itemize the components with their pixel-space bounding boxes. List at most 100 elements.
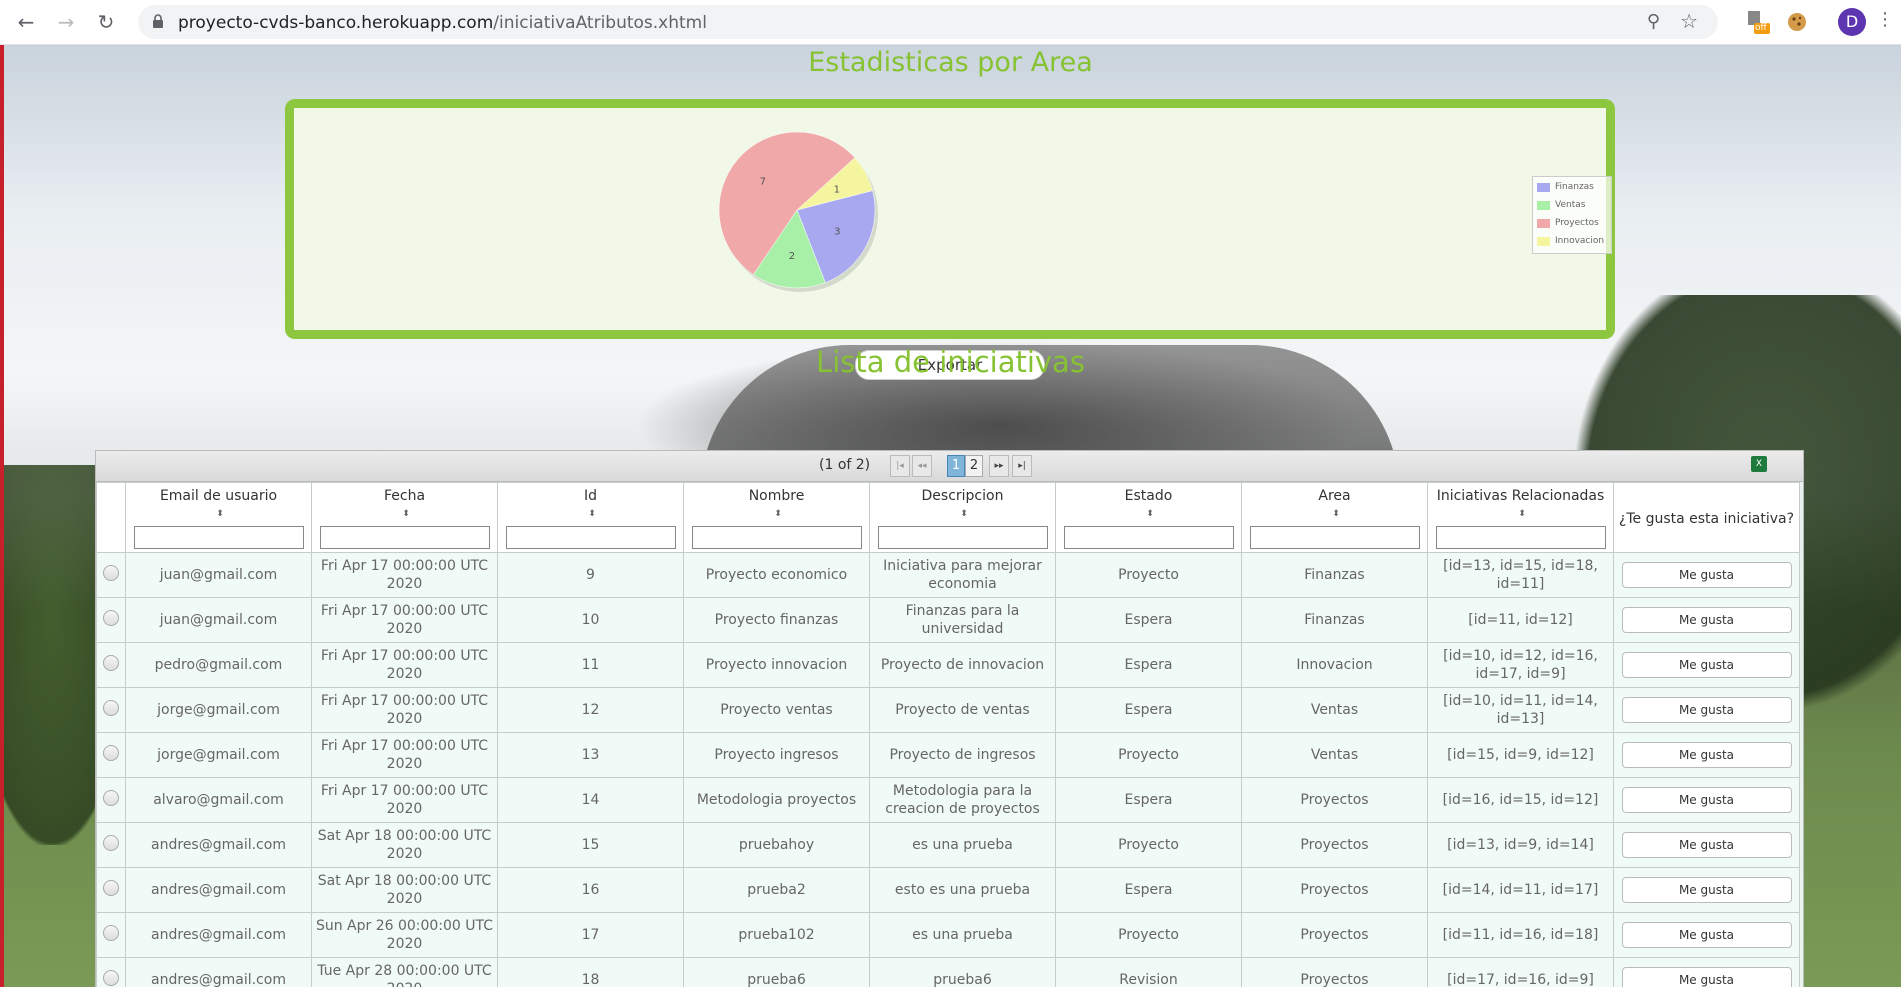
legend-item[interactable]: Proyectos [1535,215,1609,233]
column-filter-input[interactable] [1435,526,1606,549]
like-button[interactable]: Me gusta [1621,607,1792,633]
column-header-4[interactable]: Descripcion ⬍ [869,482,1056,553]
column-header-7[interactable]: Iniciativas Relacionadas ⬍ [1427,482,1614,553]
sort-icon[interactable]: ⬍ [216,509,224,519]
table-cell: Espera [1055,597,1242,643]
table-row[interactable]: juan@gmail.com Fri Apr 17 00:00:00 UTC 20… [96,552,1800,598]
like-button[interactable]: Me gusta [1621,922,1792,948]
row-radio[interactable] [103,654,119,671]
address-bar[interactable]: proyecto-cvds-banco.herokuapp.com/inicia… [138,5,1718,39]
table-row[interactable]: andres@gmail.com Sat Apr 18 00:00:00 UTC … [96,822,1800,868]
table-row[interactable]: alvaro@gmail.com Fri Apr 17 00:00:00 UTC … [96,777,1800,823]
sort-icon[interactable]: ⬍ [588,509,596,519]
table-cell: juan@gmail.com [125,552,312,598]
page-button-1[interactable]: 1 [947,455,965,477]
sort-icon[interactable]: ⬍ [1332,509,1340,519]
column-header-1[interactable]: Fecha ⬍ [311,482,498,553]
like-button[interactable]: Me gusta [1621,652,1792,678]
cookie-extension-icon[interactable] [1784,9,1810,35]
forward-icon[interactable]: → [54,10,78,34]
column-filter-input[interactable] [505,526,676,549]
column-filter-input[interactable] [877,526,1048,549]
next-page-icon[interactable]: ▸▸ [989,455,1009,477]
column-header-6[interactable]: Area ⬍ [1241,482,1428,553]
table-cell: 9 [497,552,684,598]
table-cell: [id=17, id=16, id=9] [1427,957,1614,987]
row-select-cell [96,957,126,987]
table-cell: 13 [497,732,684,778]
paginator-status: (1 of 2) [819,457,871,473]
table-cell: 11 [497,642,684,688]
table-cell: Proyecto ingresos [683,732,870,778]
table-cell: Proyecto de ingresos [869,732,1056,778]
row-radio[interactable] [103,789,119,806]
like-cell: Me gusta [1613,642,1800,688]
previous-page-icon[interactable]: ◂◂ [912,455,932,477]
column-filter-input[interactable] [1063,526,1234,549]
table-cell: Sat Apr 18 00:00:00 UTC 2020 [311,867,498,913]
zoom-icon[interactable]: ⚲ [1647,11,1660,32]
reload-icon[interactable]: ↻ [94,10,118,34]
column-filter-input[interactable] [319,526,490,549]
like-cell: Me gusta [1613,552,1800,598]
column-header-label: Nombre [748,488,805,504]
row-radio[interactable] [103,969,119,986]
page-button-2[interactable]: 2 [965,455,983,477]
sort-icon[interactable]: ⬍ [402,509,410,519]
column-header-5[interactable]: Estado ⬍ [1055,482,1242,553]
excel-export-icon[interactable]: X [1751,456,1767,472]
like-button[interactable]: Me gusta [1621,967,1792,987]
row-radio[interactable] [103,924,119,941]
page-body: Estadisticas por Area 3 2 7 1 Finanzas Venta… [0,45,1901,987]
like-button[interactable]: Me gusta [1621,877,1792,903]
legend-item[interactable]: Finanzas [1535,179,1609,197]
row-radio[interactable] [103,879,119,896]
table-cell: Proyecto ventas [683,687,870,733]
sort-icon[interactable]: ⬍ [960,509,968,519]
column-header-3[interactable]: Nombre ⬍ [683,482,870,553]
like-button[interactable]: Me gusta [1621,562,1792,588]
column-header-label: Id [583,488,597,504]
row-radio[interactable] [103,834,119,851]
row-radio[interactable] [103,609,119,626]
like-button[interactable]: Me gusta [1621,742,1792,768]
first-page-icon[interactable]: |◂ [890,455,910,477]
legend-item[interactable]: Ventas [1535,197,1609,215]
table-cell: Fri Apr 17 00:00:00 UTC 2020 [311,777,498,823]
legend-label: Finanzas [1555,182,1594,192]
table-row[interactable]: juan@gmail.com Fri Apr 17 00:00:00 UTC 20… [96,597,1800,643]
browser-menu-icon[interactable]: ⋮ [1876,9,1894,30]
row-radio[interactable] [103,564,119,581]
like-button[interactable]: Me gusta [1621,697,1792,723]
profile-avatar[interactable]: D [1838,8,1866,36]
table-row[interactable]: andres@gmail.com Sun Apr 26 00:00:00 UTC … [96,912,1800,958]
row-radio[interactable] [103,744,119,761]
table-cell: [id=16, id=15, id=12] [1427,777,1614,823]
table-row[interactable]: andres@gmail.com Tue Apr 28 00:00:00 UTC … [96,957,1800,987]
back-icon[interactable]: ← [14,10,38,34]
row-radio[interactable] [103,699,119,716]
bookmark-star-icon[interactable]: ☆ [1680,9,1698,33]
legend-swatch [1537,237,1550,246]
column-filter-input[interactable] [1249,526,1420,549]
sort-icon[interactable]: ⬍ [1518,509,1526,519]
table-row[interactable]: pedro@gmail.com Fri Apr 17 00:00:00 UTC 2… [96,642,1800,688]
sort-icon[interactable]: ⬍ [1146,509,1154,519]
column-filter-input[interactable] [691,526,862,549]
like-button[interactable]: Me gusta [1621,832,1792,858]
table-row[interactable]: jorge@gmail.com Fri Apr 17 00:00:00 UTC 2… [96,732,1800,778]
table-row[interactable]: jorge@gmail.com Fri Apr 17 00:00:00 UTC 2… [96,687,1800,733]
column-filter-input[interactable] [133,526,304,549]
like-button[interactable]: Me gusta [1621,787,1792,813]
row-select-cell [96,732,126,778]
chart-panel: 3 2 7 1 Finanzas Ventas Proyectos Innovacion [285,99,1615,339]
sort-icon[interactable]: ⬍ [774,509,782,519]
table-row[interactable]: andres@gmail.com Sat Apr 18 00:00:00 UTC … [96,867,1800,913]
table-cell: 12 [497,687,684,733]
last-page-icon[interactable]: ▸| [1012,455,1032,477]
column-header-0[interactable]: Email de usuario ⬍ [125,482,312,553]
column-header-2[interactable]: Id ⬍ [497,482,684,553]
legend-item[interactable]: Innovacion [1535,233,1609,251]
extension-icon[interactable]: off [1744,9,1770,35]
table-cell: prueba102 [683,912,870,958]
